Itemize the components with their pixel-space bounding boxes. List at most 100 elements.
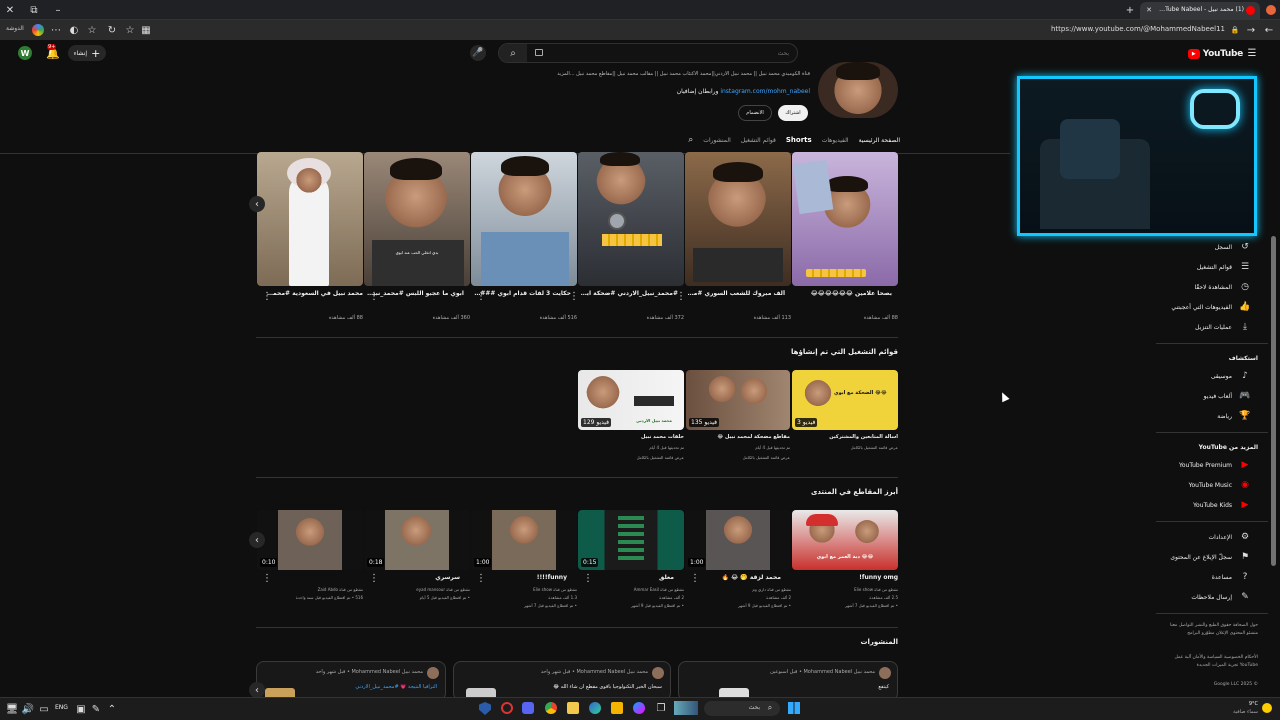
clip-more-icon[interactable]: ⋮ — [476, 573, 486, 584]
tab-posts[interactable]: المنشورات — [703, 137, 730, 144]
playlist-thumbnail-3[interactable]: محمد نبيل الاردني 129 فيديو — [578, 370, 684, 430]
file-explorer-icon[interactable] — [611, 702, 623, 714]
playlist-title-1[interactable]: أسالة المتابعين والمشتركين — [792, 434, 898, 440]
channel-search-icon[interactable]: ⌕ — [688, 135, 693, 145]
copilot-taskbar-icon[interactable] — [633, 702, 645, 714]
short-thumbnail-5[interactable]: بدي اتخلي الحب عند ابوي — [364, 152, 470, 286]
collections-icon[interactable]: ☆ — [86, 24, 98, 36]
clip-thumbnail-6[interactable]: 0:10 — [257, 510, 363, 570]
forward-icon[interactable]: ← — [1264, 24, 1274, 36]
search-input[interactable] — [549, 46, 789, 60]
clip-thumbnail-2[interactable]: 1:00 — [685, 510, 791, 570]
clip-thumbnail-5[interactable]: 0:18 — [364, 510, 470, 570]
tab-videos[interactable]: الفيديوهات — [822, 137, 849, 144]
clip-more-icon[interactable]: ⋮ — [262, 573, 272, 584]
playlist-title-3[interactable]: حلقات محمد نبيل — [578, 434, 684, 440]
youtube-logo[interactable]: ▶ YouTube — [1188, 47, 1243, 61]
pen-icon[interactable]: ✎ — [90, 703, 102, 715]
sidebar-item-liked[interactable]: 👍 الفيديوهات التي أعجبتني — [1140, 299, 1250, 315]
short-title-2[interactable]: ألف مبروك للشعب السوري #محمد_نبيل ... — [685, 290, 785, 297]
microphone-icon[interactable]: 🎤 — [470, 45, 486, 61]
short-more-icon[interactable]: ⋮ — [676, 291, 686, 302]
clip-more-icon[interactable]: ⋮ — [690, 573, 700, 584]
short-title-1[interactable]: بصحا علامين 😂😂😂😂😂😂 — [792, 290, 892, 297]
weather-text[interactable]: سماء صافية — [1212, 709, 1258, 715]
instagram-link[interactable]: instagram.com/mohm_nabeel — [720, 88, 810, 95]
refresh-icon[interactable]: ↻ — [106, 24, 118, 36]
playlist-title-2[interactable]: مقاطع مضحكة لمحمد نبيل 😂 — [686, 434, 790, 440]
short-more-icon[interactable]: ⋮ — [569, 291, 579, 302]
tab-shorts[interactable]: Shorts — [786, 136, 812, 144]
taskbar-search[interactable]: بحث ⌕ — [704, 701, 780, 716]
posts-prev-chevron-icon[interactable]: ‹ — [249, 682, 265, 698]
account-avatar[interactable]: W — [18, 46, 32, 60]
windows-start-icon[interactable] — [788, 702, 800, 714]
clip-more-icon[interactable]: ⋮ — [583, 573, 593, 584]
menu-hamburger-icon[interactable]: ☰ — [1246, 47, 1258, 59]
short-title-5[interactable]: ابوي ما عجبو اللبس #محمد_نبيل #محمد_نبيل… — [364, 290, 464, 297]
volume-icon[interactable]: 🔊 — [22, 703, 34, 715]
sidebar-item-settings[interactable]: ⚙ الإعدادات — [1140, 529, 1250, 545]
channel-description[interactable]: قناة الكوميدي محمد نبيل || محمد نبيل الأ… — [540, 71, 810, 77]
clip-more-icon[interactable]: ⋮ — [369, 573, 379, 584]
battery-icon[interactable]: ▭ — [38, 703, 50, 715]
sidebar-item-music[interactable]: ♪ موسيقى — [1140, 368, 1250, 384]
language-indicator[interactable]: ENG — [55, 704, 68, 711]
weather-temp[interactable]: 9°C — [1224, 701, 1258, 707]
short-more-icon[interactable]: ⋮ — [262, 291, 272, 302]
sidebar-item-sports[interactable]: 🏆 رياضة — [1140, 408, 1250, 424]
short-more-icon[interactable]: ⋮ — [369, 291, 379, 302]
split-screen-icon[interactable]: ▦ — [140, 24, 152, 36]
close-window-icon[interactable]: ✕ — [4, 4, 16, 16]
discord-app-icon[interactable] — [522, 702, 534, 714]
more-options-icon[interactable]: ⋯ — [50, 24, 62, 36]
short-thumbnail-3[interactable] — [578, 152, 684, 286]
clips-prev-chevron-icon[interactable]: ‹ — [249, 532, 265, 548]
new-tab-icon[interactable]: + — [1124, 4, 1136, 16]
sidebar-item-kids[interactable]: ▶ YouTube Kids — [1140, 497, 1250, 513]
sidebar-item-watch-later[interactable]: ◷ المشاهدة لاحقًا — [1140, 279, 1250, 295]
store-app-icon[interactable] — [567, 702, 579, 714]
task-view-icon[interactable]: ❐ — [655, 702, 667, 714]
widgets-icon[interactable] — [674, 701, 698, 715]
sidebar-item-downloads[interactable]: ⤓ عمليات التنزيل — [1140, 319, 1250, 335]
extensions-icon[interactable]: ◐ — [68, 24, 80, 36]
tray-chevron-icon[interactable]: ⌃ — [106, 703, 118, 715]
active-tab[interactable]: ✕ (1) محمد نبيل - YouTube Nabeel — [1140, 2, 1260, 20]
lock-icon[interactable]: 🔒 — [1230, 24, 1240, 36]
copilot-icon[interactable] — [32, 24, 44, 36]
clip-title-1[interactable]: funny omg! — [792, 574, 898, 581]
close-tab-icon[interactable]: ✕ — [1144, 5, 1154, 15]
sidebar-item-report-history[interactable]: ⚑ سجلّ الإبلاغ عن المحتوى — [1140, 549, 1250, 565]
playlist-view-full-2[interactable]: عرض قائمة التشغيل بالكامل — [686, 455, 790, 460]
network-icon[interactable]: 🖥 — [6, 703, 19, 715]
subscribe-button[interactable]: اشتراك — [778, 105, 808, 121]
channel-avatar[interactable] — [818, 62, 898, 118]
clip-thumbnail-3[interactable]: 0:15 — [578, 510, 684, 570]
join-button[interactable]: الانضمام — [738, 105, 772, 121]
short-more-icon[interactable]: ⋮ — [476, 291, 486, 302]
sidebar-scrollbar[interactable] — [1271, 236, 1276, 566]
chrome-app-icon[interactable] — [545, 702, 557, 714]
clip-thumbnail-4[interactable]: 1:00 — [471, 510, 577, 570]
sidebar-item-feedback[interactable]: ✎ إرسال ملاحظات — [1140, 589, 1250, 605]
minimize-window-icon[interactable]: – — [52, 4, 64, 16]
opera-app-icon[interactable] — [501, 702, 513, 714]
edge-app-icon[interactable] — [589, 702, 601, 714]
sidebar-item-history[interactable]: ↺ السجل — [1140, 239, 1250, 255]
short-title-4[interactable]: حكايت 3 لفات قدام ابوي ###### — [471, 290, 571, 297]
playlist-meta-1[interactable]: عرض قائمة التشغيل بالكامل — [792, 445, 898, 450]
post-card-1[interactable]: محمد نبيل Mohammed Nabeel • قبل أسبوعين … — [678, 661, 898, 702]
short-title-6[interactable]: محمد نبيل في السعودية #محمد_نبيل — [264, 290, 363, 297]
tab-home[interactable]: الصفحة الرئيسية — [859, 137, 900, 144]
create-button[interactable]: إنشاء + — [68, 45, 106, 61]
profile-label[interactable]: الدوشة — [6, 25, 24, 32]
post-card-3[interactable]: محمد نبيل Mohammed Nabeel • قبل شهر واحد… — [256, 661, 446, 702]
short-thumbnail-1[interactable] — [792, 152, 898, 286]
defender-app-icon[interactable] — [479, 702, 491, 715]
short-thumbnail-6[interactable] — [257, 152, 363, 286]
sidebar-item-playlists[interactable]: ☰ قوائم التشغيل — [1140, 259, 1250, 275]
footer-links-2[interactable]: الأحكام الخصوصية السياسة والأمان آلية عم… — [1158, 654, 1258, 670]
short-thumbnail-4[interactable] — [471, 152, 577, 286]
footer-links-1[interactable]: حول الصحافة حقوق الطبع والنشر التواصل مع… — [1158, 622, 1258, 638]
